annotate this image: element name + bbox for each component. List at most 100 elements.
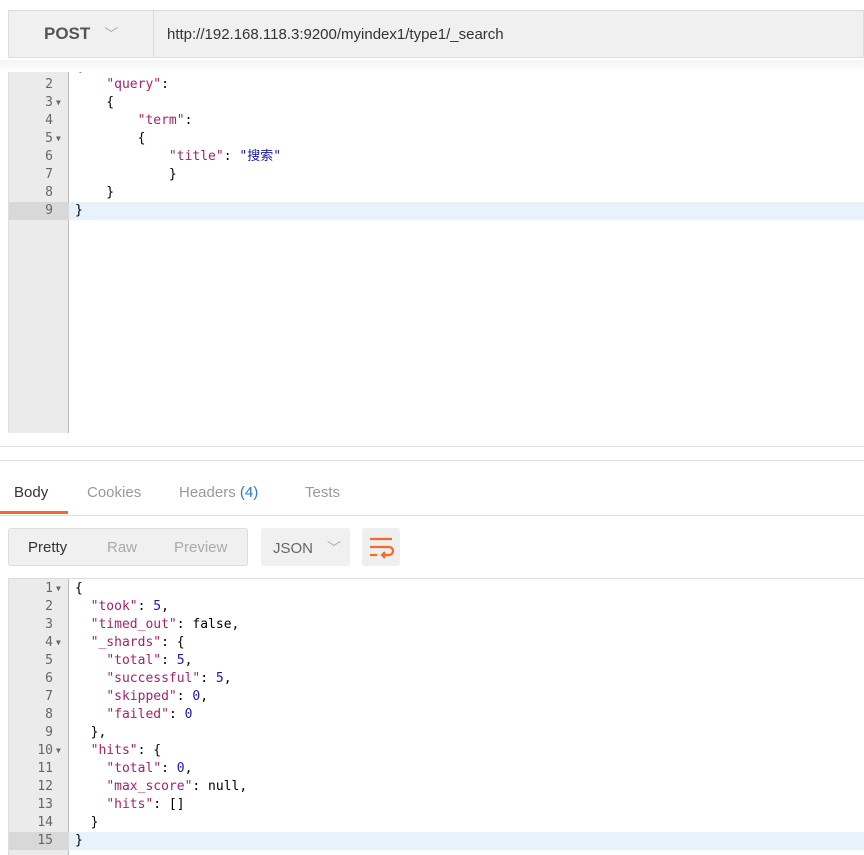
- code-text: "max_score": null,: [75, 778, 247, 796]
- json-punct: {: [75, 95, 115, 110]
- active-tab-indicator: [0, 511, 68, 514]
- json-punct: : false,: [176, 617, 240, 632]
- view-preview-button[interactable]: Preview: [174, 539, 227, 556]
- line-number: 14: [37, 815, 53, 830]
- request-bar: POST ﹀ http://192.168.118.3:9200/myindex1…: [8, 10, 864, 58]
- view-pretty-button[interactable]: Pretty: [28, 539, 67, 556]
- json-punct: ,: [184, 761, 193, 776]
- divider: [0, 446, 864, 447]
- fold-arrow-icon[interactable]: ▼: [56, 94, 61, 112]
- code-line: 7 "skipped": 0,: [9, 688, 864, 706]
- json-punct: }: [75, 833, 83, 848]
- json-key: "query": [106, 77, 162, 92]
- fold-arrow-icon[interactable]: ▼: [56, 634, 61, 652]
- json-key: "skipped": [106, 689, 177, 704]
- line-number: 6: [45, 671, 53, 686]
- tab-body[interactable]: Body: [14, 484, 48, 501]
- json-key: "_shards": [90, 635, 162, 650]
- code-text: "hits": {: [75, 742, 161, 760]
- code-line: 8 "failed": 0: [9, 706, 864, 724]
- json-punct: [75, 635, 91, 650]
- code-line: 5 "total": 5,: [9, 652, 864, 670]
- json-key: "hits": [106, 797, 154, 812]
- view-mode-group: Pretty Raw Preview: [8, 528, 248, 566]
- method-select[interactable]: POST ﹀: [9, 11, 154, 57]
- line-number: 7: [45, 167, 53, 182]
- json-number: 5: [215, 671, 224, 686]
- chevron-down-icon: ﹀: [327, 540, 342, 556]
- request-body-editor[interactable]: 1▼{2 "query":3▼ {4 "term":5▼ {6 "title":…: [8, 72, 864, 433]
- wrap-lines-button[interactable]: [362, 528, 400, 566]
- response-tabs: Body Cookies Headers (4) Tests: [0, 474, 864, 516]
- json-number: 5: [153, 599, 162, 614]
- json-punct: [75, 113, 138, 128]
- json-number: 5: [176, 653, 185, 668]
- chevron-down-icon: ﹀: [104, 26, 119, 42]
- json-string: "搜索": [239, 149, 282, 164]
- json-key: "timed_out": [90, 617, 177, 632]
- json-punct: :: [161, 653, 177, 668]
- headers-count-badge: (4): [239, 484, 259, 501]
- tab-tests[interactable]: Tests: [305, 484, 340, 501]
- line-number: 8: [45, 185, 53, 200]
- json-key: "total": [106, 653, 162, 668]
- json-key: "hits": [90, 743, 138, 758]
- line-number: 3: [45, 617, 53, 632]
- code-line: 7 }: [9, 166, 864, 184]
- json-key: "total": [106, 761, 162, 776]
- json-punct: [75, 149, 169, 164]
- code-text: "successful": 5,: [75, 670, 231, 688]
- code-line: 2 "query":: [9, 76, 864, 94]
- line-number: 7: [45, 689, 53, 704]
- json-punct: [75, 599, 91, 614]
- json-key: "term": [137, 113, 185, 128]
- code-line: 12 "max_score": null,: [9, 778, 864, 796]
- json-punct: }: [75, 167, 177, 182]
- json-punct: ,: [184, 653, 193, 668]
- url-input[interactable]: http://192.168.118.3:9200/myindex1/type1…: [154, 26, 504, 43]
- json-punct: :: [137, 599, 154, 614]
- code-text: "failed": 0: [75, 706, 192, 724]
- code-text: "_shards": {: [75, 634, 185, 652]
- json-punct: [75, 617, 91, 632]
- code-text: }: [75, 832, 83, 850]
- json-punct: [75, 743, 91, 758]
- json-punct: }: [75, 203, 83, 218]
- code-line: 9}: [9, 202, 864, 220]
- line-number: 2: [45, 77, 53, 92]
- json-punct: [75, 689, 106, 704]
- code-text: "total": 0,: [75, 760, 192, 778]
- code-text: }: [75, 184, 114, 202]
- line-number: 5: [45, 653, 53, 668]
- code-text: "total": 5,: [75, 652, 192, 670]
- code-line: 15}: [9, 832, 864, 850]
- json-punct: }: [75, 185, 115, 200]
- fold-arrow-icon[interactable]: ▼: [56, 130, 61, 148]
- code-text: "skipped": 0,: [75, 688, 208, 706]
- code-text: "term":: [75, 112, 193, 130]
- code-line: 9 },: [9, 724, 864, 742]
- view-raw-button[interactable]: Raw: [107, 539, 137, 556]
- line-number: 9: [45, 725, 53, 740]
- response-body-viewer[interactable]: 1 ▼{2 "took": 5, 3 "timed_out": false, 4 ▼ "…: [8, 578, 864, 855]
- code-line: 6 "successful": 5,: [9, 670, 864, 688]
- json-punct: [75, 779, 106, 794]
- json-number: 0: [184, 707, 193, 722]
- fold-arrow-icon[interactable]: ▼: [56, 742, 61, 760]
- line-number: 13: [37, 797, 53, 812]
- code-text: "query":: [75, 76, 169, 94]
- json-punct: :: [223, 149, 240, 164]
- json-punct: {: [75, 581, 83, 596]
- format-select[interactable]: JSON ﹀: [261, 528, 350, 566]
- json-punct: {: [75, 72, 83, 74]
- line-number: 8: [45, 707, 53, 722]
- code-line: 1▼{: [9, 580, 864, 598]
- code-text: {: [75, 580, 83, 598]
- json-punct: :: [161, 77, 169, 92]
- tab-headers[interactable]: Headers (4): [179, 484, 258, 501]
- code-line: 5 ▼ {: [9, 130, 864, 148]
- json-punct: [75, 797, 106, 812]
- tab-cookies[interactable]: Cookies: [87, 484, 141, 501]
- fold-arrow-icon[interactable]: ▼: [56, 580, 61, 598]
- code-text: },: [75, 724, 107, 742]
